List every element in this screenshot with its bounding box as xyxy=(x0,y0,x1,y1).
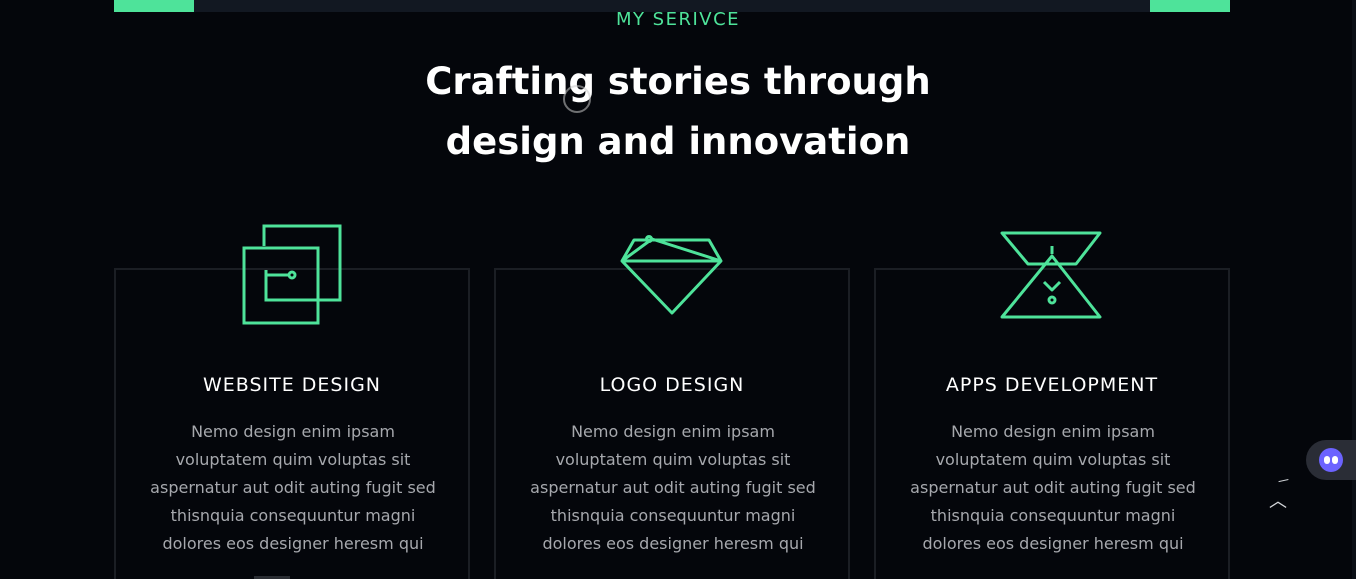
description-line: aspernatur aut odit auting fugit sed xyxy=(910,478,1196,497)
description-line: thisnquia consequuntur magni xyxy=(170,506,416,525)
service-title: LOGO DESIGN xyxy=(599,374,745,396)
section-title-line-1: Crafting stories through xyxy=(425,60,931,103)
description-line: aspernatur aut odit auting fugit sed xyxy=(150,478,436,497)
service-description: Nemo design enim ipsam voluptatem quim v… xyxy=(900,418,1206,558)
diamond-icon xyxy=(612,220,732,330)
layered-squares-icon xyxy=(232,220,352,330)
custom-cursor-ring xyxy=(563,85,591,113)
hourglass-triangle-icon xyxy=(992,220,1112,330)
description-line: voluptatem quim voluptas sit xyxy=(555,450,791,469)
service-description: Nemo design enim ipsam voluptatem quim v… xyxy=(140,418,446,558)
description-line: dolores eos designer heresm qui xyxy=(162,534,424,553)
description-line: voluptatem quim voluptas sit xyxy=(935,450,1171,469)
section-title-line-2: design and innovation xyxy=(445,120,911,163)
description-line: thisnquia consequuntur magni xyxy=(930,506,1176,525)
description-line: aspernatur aut odit auting fugit sed xyxy=(530,478,816,497)
description-line: Nemo design enim ipsam xyxy=(571,422,775,441)
description-line: Nemo design enim ipsam xyxy=(191,422,395,441)
scroll-to-top-button[interactable]: ︿ xyxy=(1266,490,1290,514)
description-line: dolores eos designer heresm qui xyxy=(542,534,804,553)
service-title: WEBSITE DESIGN xyxy=(202,374,382,396)
description-line: voluptatem quim voluptas sit xyxy=(175,450,411,469)
services-page: MY SERIVCE Crafting stories through desi… xyxy=(0,0,1356,579)
description-line: Nemo design enim ipsam xyxy=(951,422,1155,441)
service-description: Nemo design enim ipsam voluptatem quim v… xyxy=(520,418,826,558)
section-eyebrow: MY SERIVCE xyxy=(615,9,741,30)
scroll-progress-indicator xyxy=(1278,479,1290,487)
chat-assistant-icon[interactable] xyxy=(1319,448,1343,472)
description-line: thisnquia consequuntur magni xyxy=(550,506,796,525)
description-line: dolores eos designer heresm qui xyxy=(922,534,1184,553)
section-title: Crafting stories through design and inno… xyxy=(0,52,1356,172)
service-title: APPS DEVELOPMENT xyxy=(945,374,1159,396)
